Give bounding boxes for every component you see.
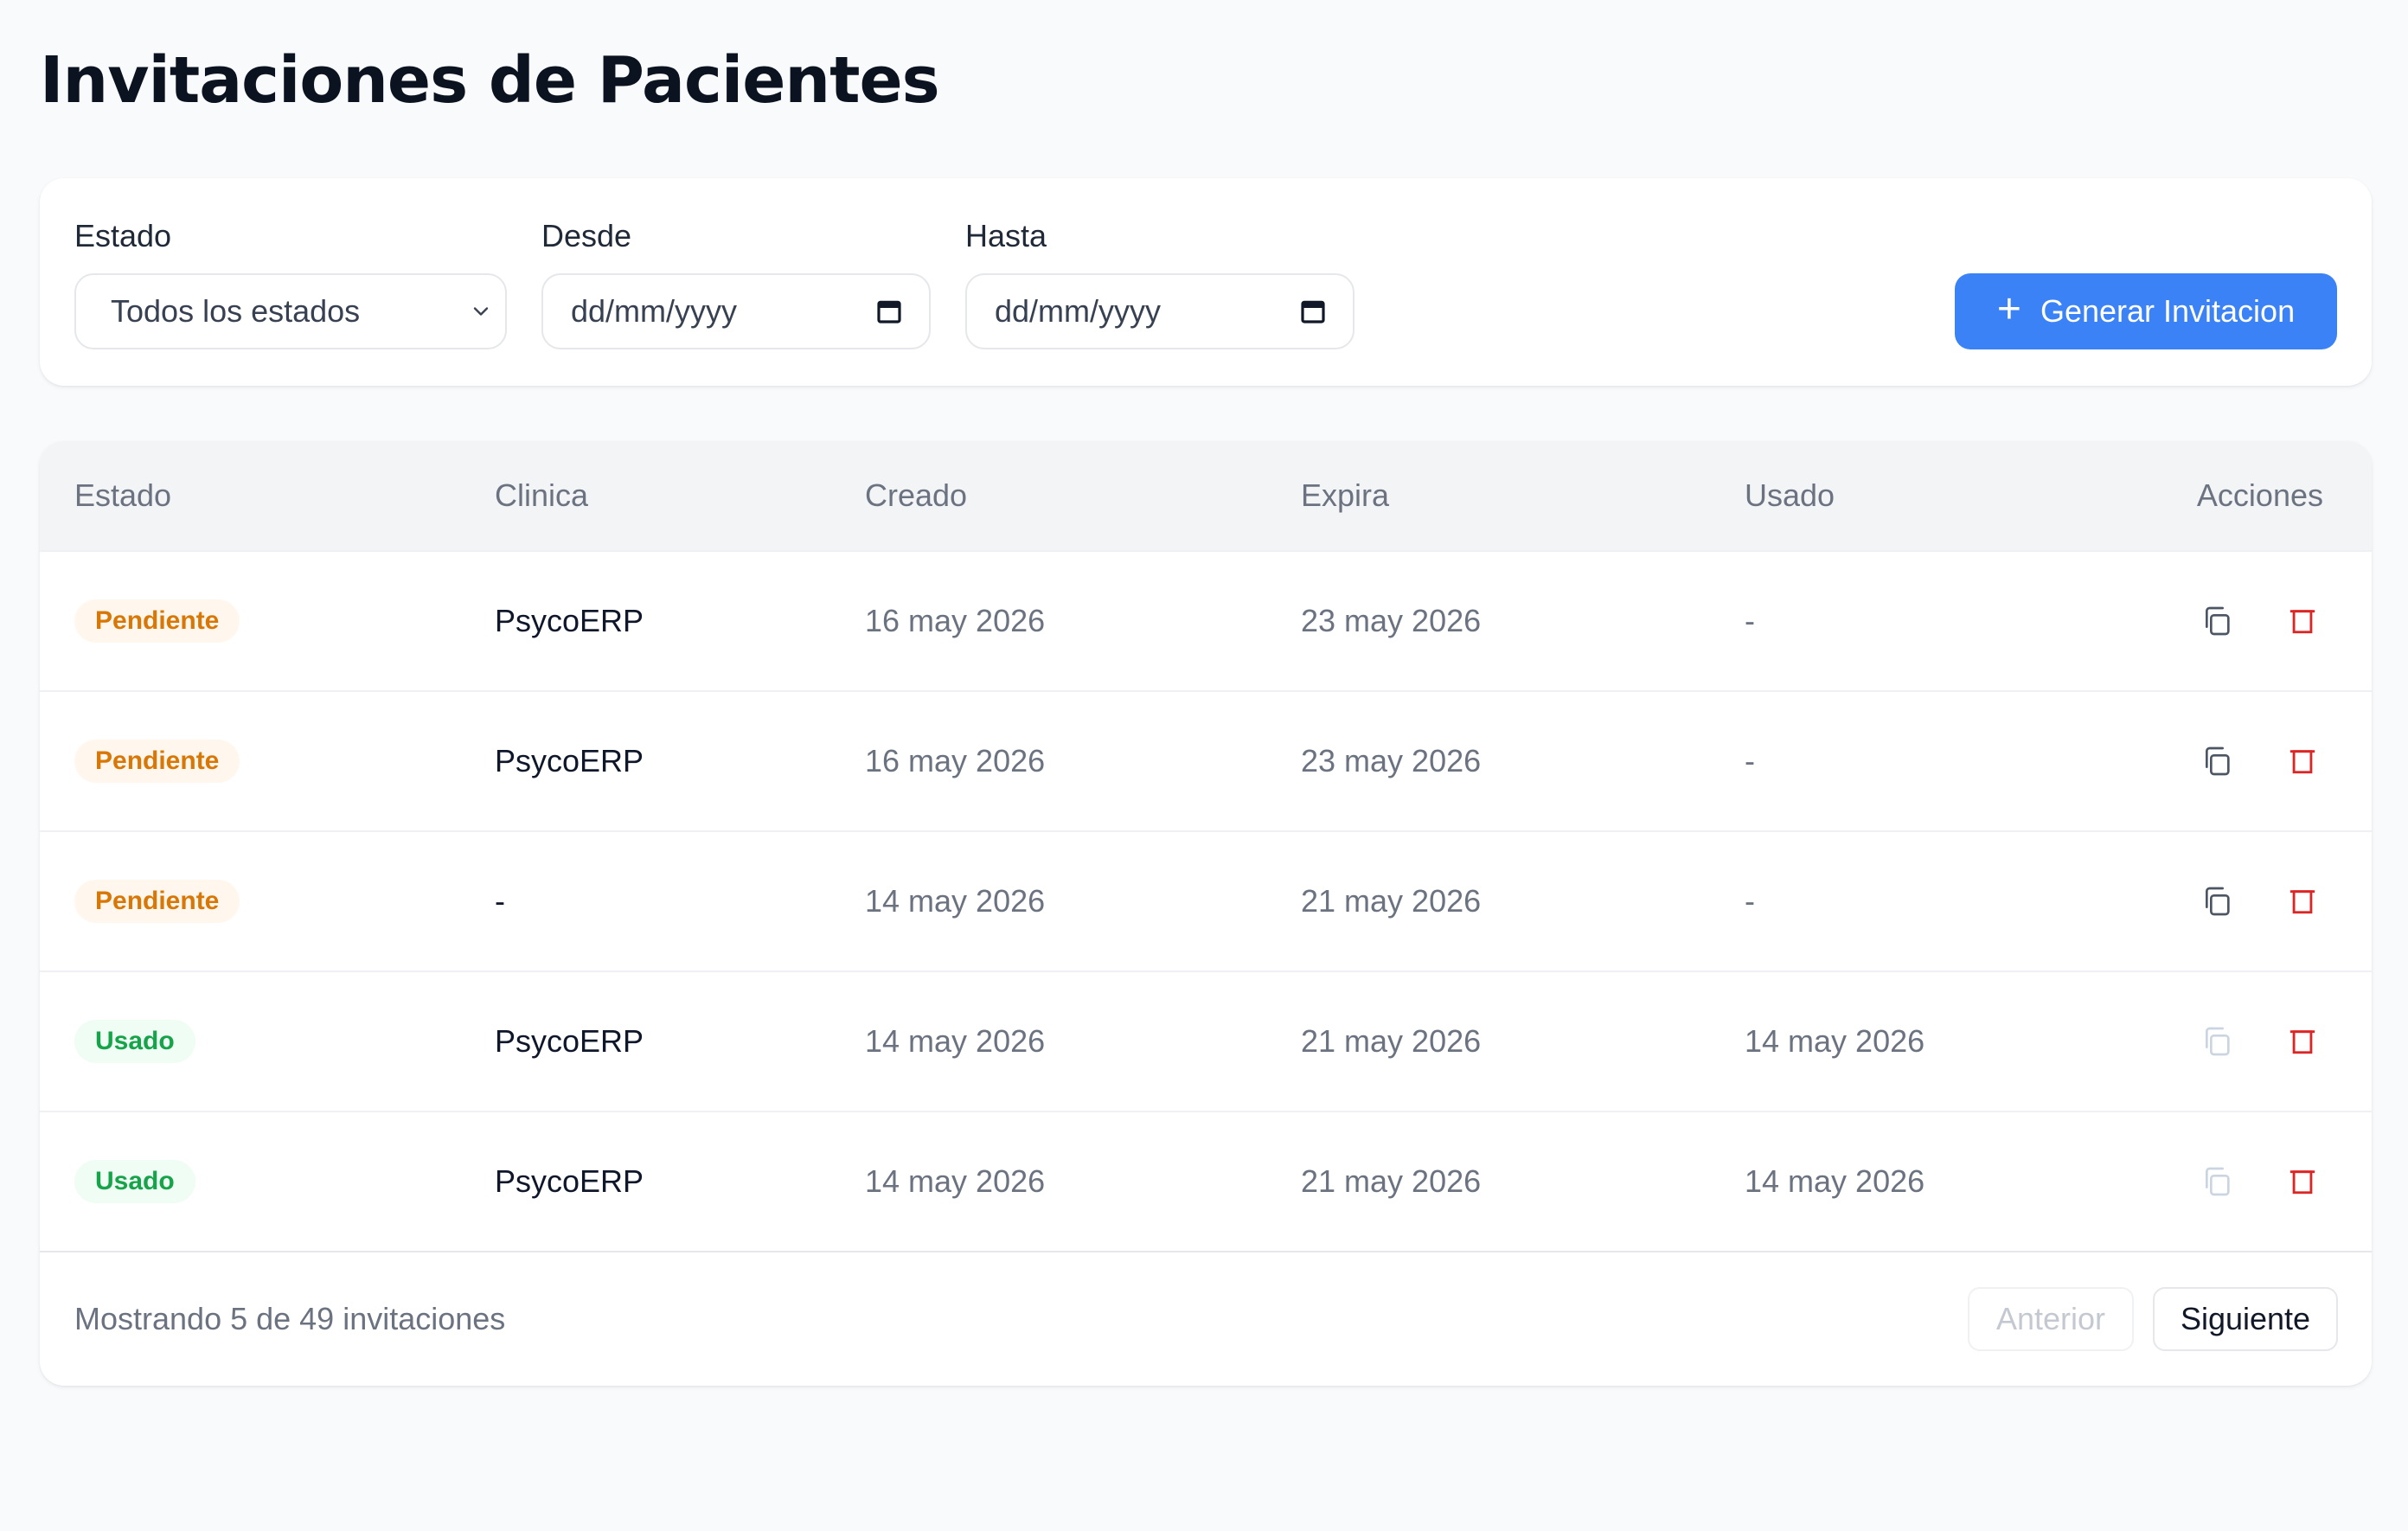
used-date-cell: 14 may 2026 (1745, 1163, 1925, 1199)
desde-filter-label: Desde (541, 218, 632, 253)
used-date-cell: - (1745, 883, 1755, 919)
created-date-cell: 16 may 2026 (865, 743, 1046, 778)
previous-page-button[interactable]: Anterior (1968, 1287, 2134, 1351)
table-row: Pendiente PsycoERP 16 may 2026 23 may 2026 - (40, 690, 2372, 830)
generate-invitation-button[interactable]: + Generar Invitacion (1955, 273, 2337, 349)
trash-icon (2288, 606, 2317, 636)
trash-icon (2288, 887, 2317, 916)
status-badge: Pendiente (74, 880, 240, 923)
table-row: Usado PsycoERP 14 may 2026 21 may 2026 14 ma… (40, 1111, 2372, 1251)
column-header-expira: Expira (1301, 477, 1390, 513)
next-page-button[interactable]: Siguiente (2153, 1287, 2338, 1351)
estado-filter-label: Estado (74, 218, 172, 253)
expires-date-cell: 23 may 2026 (1301, 603, 1482, 638)
plus-icon: + (1996, 286, 2021, 332)
clinic-cell: - (495, 883, 505, 919)
copy-link-button[interactable] (2194, 739, 2239, 784)
status-badge: Pendiente (74, 599, 240, 643)
column-header-usado: Usado (1745, 477, 1835, 513)
estado-select[interactable]: Todos los estados (74, 273, 507, 349)
status-badge: Usado (74, 1160, 195, 1203)
delete-invitation-button[interactable] (2280, 599, 2325, 644)
estado-select-value: Todos los estados (111, 293, 361, 329)
delete-invitation-button[interactable] (2280, 1019, 2325, 1064)
desde-date-input[interactable]: dd/mm/yyyy (541, 273, 931, 349)
copy-link-button[interactable] (2194, 879, 2239, 924)
status-cell: Pendiente (74, 692, 240, 830)
invitations-table: Estado Clinica Creado Expira Usado Accio… (40, 441, 2372, 1386)
clinic-cell: PsycoERP (495, 1023, 644, 1059)
created-date-cell: 14 may 2026 (865, 883, 1046, 919)
trash-icon (2288, 746, 2317, 776)
status-badge: Usado (74, 1020, 195, 1063)
column-header-clinica: Clinica (495, 477, 589, 513)
trash-icon (2288, 1027, 2317, 1056)
table-footer: Mostrando 5 de 49 invitaciones Anterior … (40, 1251, 2372, 1386)
expires-date-cell: 21 may 2026 (1301, 883, 1482, 919)
copy-icon (2200, 884, 2234, 919)
copy-link-button[interactable] (2194, 1019, 2239, 1064)
column-header-creado: Creado (865, 477, 968, 513)
generate-invitation-label: Generar Invitacion (2040, 293, 2296, 329)
table-row: Pendiente PsycoERP 16 may 2026 23 may 2026 - (40, 550, 2372, 690)
chevron-down-icon (469, 299, 493, 323)
status-badge: Pendiente (74, 740, 240, 783)
calendar-icon[interactable] (1299, 298, 1327, 325)
copy-icon (2200, 744, 2234, 778)
pagination-summary: Mostrando 5 de 49 invitaciones (74, 1301, 506, 1336)
calendar-icon[interactable] (875, 298, 903, 325)
trash-icon (2288, 1167, 2317, 1196)
delete-invitation-button[interactable] (2280, 879, 2325, 924)
expires-date-cell: 23 may 2026 (1301, 743, 1482, 778)
status-cell: Pendiente (74, 832, 240, 970)
status-cell: Usado (74, 1112, 195, 1251)
column-header-estado: Estado (74, 477, 172, 513)
expires-date-cell: 21 may 2026 (1301, 1163, 1482, 1199)
page-title: Invitaciones de Pacientes (40, 43, 940, 118)
status-cell: Pendiente (74, 552, 240, 690)
status-cell: Usado (74, 972, 195, 1111)
clinic-cell: PsycoERP (495, 603, 644, 638)
desde-date-placeholder: dd/mm/yyyy (571, 293, 738, 329)
clinic-cell: PsycoERP (495, 743, 644, 778)
delete-invitation-button[interactable] (2280, 739, 2325, 784)
copy-link-button[interactable] (2194, 599, 2239, 644)
column-header-acciones: Acciones (2196, 477, 2323, 513)
used-date-cell: - (1745, 603, 1755, 638)
copy-icon (2200, 1164, 2234, 1199)
table-row: Pendiente - 14 may 2026 21 may 2026 - (40, 830, 2372, 970)
hasta-filter-label: Hasta (965, 218, 1047, 253)
table-row: Usado PsycoERP 14 may 2026 21 may 2026 14 ma… (40, 970, 2372, 1111)
expires-date-cell: 21 may 2026 (1301, 1023, 1482, 1059)
copy-icon (2200, 604, 2234, 638)
clinic-cell: PsycoERP (495, 1163, 644, 1199)
hasta-date-input[interactable]: dd/mm/yyyy (965, 273, 1354, 349)
used-date-cell: 14 may 2026 (1745, 1023, 1925, 1059)
created-date-cell: 14 may 2026 (865, 1023, 1046, 1059)
created-date-cell: 14 may 2026 (865, 1163, 1046, 1199)
copy-link-button[interactable] (2194, 1159, 2239, 1204)
delete-invitation-button[interactable] (2280, 1159, 2325, 1204)
copy-icon (2200, 1024, 2234, 1059)
hasta-date-placeholder: dd/mm/yyyy (995, 293, 1162, 329)
filter-panel: Estado Todos los estados Desde dd/mm/yyy… (40, 178, 2372, 386)
used-date-cell: - (1745, 743, 1755, 778)
table-header: Estado Clinica Creado Expira Usado Accio… (40, 441, 2372, 550)
created-date-cell: 16 may 2026 (865, 603, 1046, 638)
